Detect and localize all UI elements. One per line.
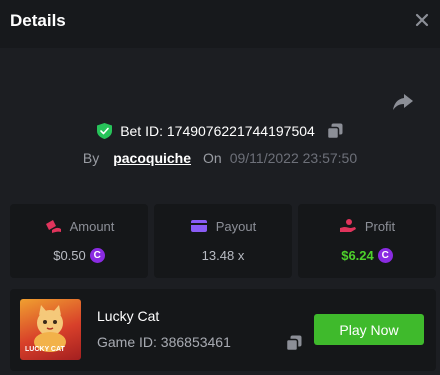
bet-id: Bet ID: 1749076221744197504 <box>120 123 315 139</box>
currency-coin-icon: C <box>377 248 393 263</box>
modal-title: Details <box>10 11 66 30</box>
card-icon <box>190 220 207 232</box>
lucky-cat-image: LUCKY CAT <box>25 305 66 353</box>
share-arrow-icon[interactable] <box>391 90 415 114</box>
bet-stats: Amount $0.50 C Payout 13.48 x Profit $6.… <box>10 204 436 278</box>
profit-label: Profit <box>364 218 396 234</box>
modal-header: Details <box>0 0 440 48</box>
coins-icon <box>45 220 61 233</box>
copy-icon[interactable] <box>286 335 302 351</box>
on-label: On <box>203 150 222 166</box>
game-id: Game ID: 386853461 <box>97 334 231 350</box>
amount-label: Amount <box>69 218 115 234</box>
username-link[interactable]: pacoquiche <box>113 150 191 166</box>
stat-amount: Amount $0.50 C <box>10 204 148 278</box>
profit-value: $6.24 <box>341 248 374 263</box>
game-thumbnail[interactable]: LUCKY CAT <box>20 299 81 360</box>
play-now-button[interactable]: Play Now <box>314 314 424 345</box>
bet-author-row: By pacoquiche On 09/11/2022 23:57:50 <box>0 148 440 168</box>
verified-shield-icon <box>97 123 113 139</box>
currency-coin-icon: C <box>89 248 105 263</box>
thumb-text: LUCKY CAT <box>25 346 66 353</box>
stat-profit: Profit $6.24 C <box>298 204 436 278</box>
copy-icon[interactable] <box>326 123 343 139</box>
by-label: By <box>82 150 100 166</box>
close-icon[interactable] <box>412 10 432 30</box>
hand-coin-icon <box>339 219 356 232</box>
bet-id-row: Bet ID: 1749076221744197504 <box>0 120 440 142</box>
payout-label: Payout <box>215 218 257 234</box>
bet-datetime: 09/11/2022 23:57:50 <box>229 150 358 166</box>
game-name: Lucky Cat <box>97 308 160 324</box>
stat-payout: Payout 13.48 x <box>154 204 292 278</box>
game-card: LUCKY CAT Lucky Cat Game ID: 386853461 P… <box>10 289 436 371</box>
amount-value: $0.50 <box>53 248 86 263</box>
payout-value: 13.48 x <box>201 248 245 263</box>
